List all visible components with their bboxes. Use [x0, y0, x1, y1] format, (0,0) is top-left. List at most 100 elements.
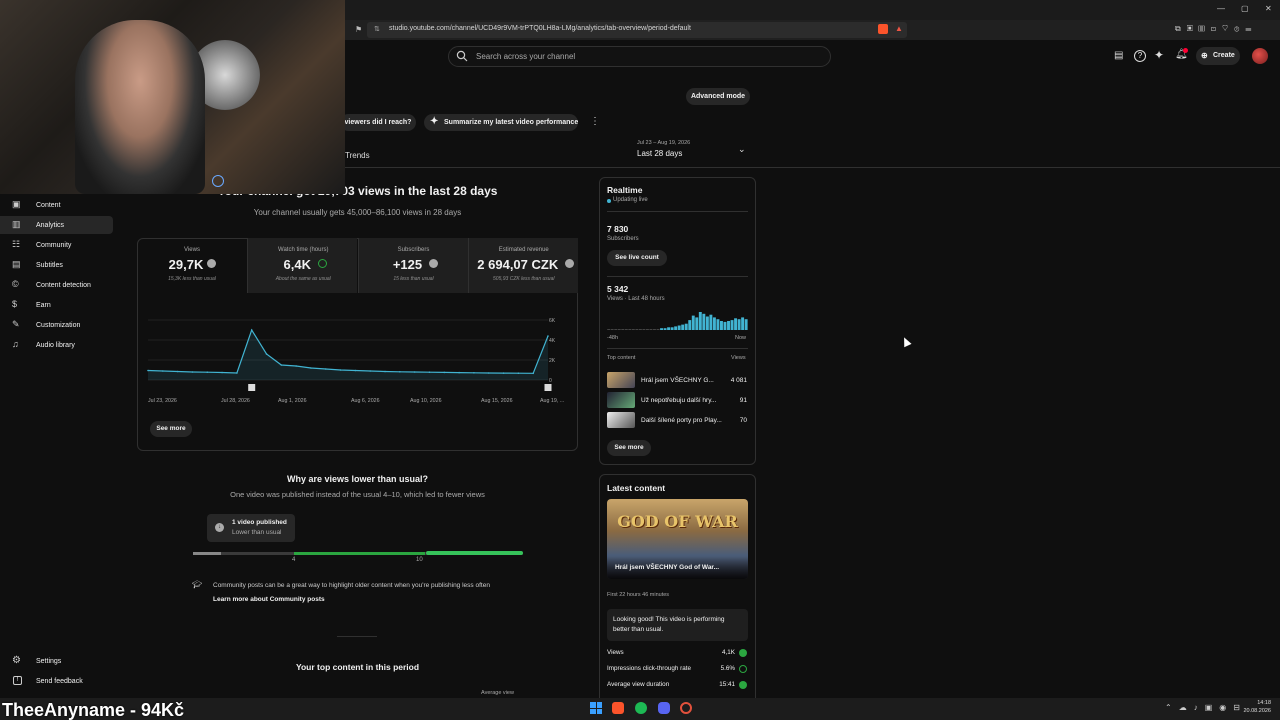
rewards-icon[interactable]: ▲ [895, 24, 903, 33]
metric-tabs: Views 29,7K 15,3K less than usual Watch tim… [137, 238, 578, 293]
data-point [295, 365, 297, 367]
chip-summarize[interactable]: ✦ Summarize my latest video performance [424, 114, 578, 131]
latest-title: Latest content [607, 483, 666, 493]
metric-tab-2[interactable]: Subscribers +125 15 less than usual [357, 238, 468, 293]
realtime-updating: Updating live [613, 197, 648, 203]
sidebar-item-analytics[interactable]: ▥ Analytics [0, 216, 113, 234]
data-point [413, 371, 416, 373]
data-point [443, 371, 446, 374]
advanced-mode-button[interactable]: Advanced mode [686, 88, 750, 105]
ai-spark-icon[interactable]: ✦ [1154, 48, 1164, 62]
realtime-bar [677, 325, 681, 330]
create-button[interactable]: ⊕ Create [1196, 47, 1240, 65]
rt-row-title: Hrál jsem VŠECHNY G... [641, 377, 714, 384]
latest-stat-row: Views 4,1K [607, 647, 748, 661]
status-check-icon [739, 681, 747, 689]
brave-taskbar-icon[interactable] [612, 702, 624, 714]
rt-see-more-button[interactable]: See more [607, 440, 651, 456]
close-icon[interactable]: ✕ [1265, 4, 1272, 13]
see-more-button[interactable]: See more [150, 421, 192, 437]
realtime-bar-chart [607, 312, 748, 330]
sidebar-item-content-detection[interactable]: © Content detection [0, 276, 113, 294]
discord-icon[interactable] [658, 702, 670, 714]
sidebar-item-subtitles[interactable]: ▤ Subtitles [0, 256, 113, 274]
browser-extension-icons[interactable]: ⧉▣▥⊡♡⊚☰ [1175, 24, 1275, 36]
latest-stats: Views 4,1K Impressions click-through rate 5… [607, 647, 748, 695]
community-icon: ☷ [12, 239, 21, 249]
sidebar-item-earn[interactable]: $ Earn [0, 296, 113, 314]
see-live-count-button[interactable]: See live count [607, 250, 667, 266]
spark-icon: ✦ [430, 116, 439, 127]
latest-stat-value: 5.6% [720, 665, 735, 672]
chevron-down-icon[interactable]: ⌄ [738, 144, 746, 155]
metric-tab-0[interactable]: Views 29,7K 15,3K less than usual [137, 238, 247, 293]
y-tick-label: 4K [549, 338, 556, 344]
live-dot [607, 199, 611, 203]
brave-shield-icon[interactable] [878, 24, 888, 34]
series-line [147, 328, 549, 374]
metric-tab-3[interactable]: Estimated revenue 2 694,07 CZK 505,93 CZK … [467, 238, 578, 293]
search-input[interactable]: Search across your channel [476, 52, 575, 61]
range-high [426, 551, 523, 555]
video-published-marker[interactable] [248, 384, 256, 391]
settings-icon: ⚙ [12, 655, 21, 666]
x-tick-label: Aug 15, 2026 [481, 398, 513, 404]
realtime-bar [656, 329, 660, 330]
app-icon[interactable] [680, 702, 692, 714]
range-usual [294, 552, 425, 555]
system-tray-icons[interactable]: ⌃☁♪▣◉⊟ [1165, 703, 1247, 712]
data-point [147, 369, 149, 372]
data-point [339, 369, 342, 371]
spotify-icon[interactable] [635, 702, 647, 714]
customization-icon: ✎ [12, 319, 20, 329]
realtime-bar [681, 324, 685, 330]
help-icon[interactable]: ? [1134, 50, 1146, 62]
sidebar-item-label: Earn [36, 302, 51, 309]
latest-stat-value: 4,1K [722, 649, 735, 656]
metric-tab-1[interactable]: Watch time (hours) 6,4K About the same as … [247, 238, 358, 293]
sidebar-item-settings[interactable]: ⚙ Settings [0, 652, 113, 670]
sidebar-item-community[interactable]: ☷ Community [0, 236, 113, 254]
rt-content-row[interactable]: Hrál jsem VŠECHNY G... 4 081 [607, 372, 748, 389]
realtime-bar [730, 320, 734, 330]
feedback-icon[interactable]: ▤ [1114, 50, 1123, 61]
realtime-bar [621, 329, 625, 330]
metric-value: 6,4K [283, 257, 311, 272]
more-options-icon[interactable]: ⋮ [590, 116, 600, 127]
rt-content-row[interactable]: Už nepotřebuju další hry... 91 [607, 392, 748, 409]
period-select[interactable]: Last 28 days [637, 149, 682, 158]
video-published-marker[interactable] [544, 384, 552, 391]
toolbar-divider [345, 167, 1280, 168]
windows-start-icon[interactable] [590, 702, 602, 714]
tip-link[interactable]: Learn more about Community posts [213, 596, 325, 603]
streamer-figure [75, 20, 205, 194]
sidebar-item-feedback[interactable]: ! Send feedback [0, 672, 113, 690]
range-label-low: 4 [292, 557, 296, 563]
rt-content-row[interactable]: Další šílené porty pro Play... 70 [607, 412, 748, 429]
range-marker [193, 552, 221, 555]
rt-top-list: Hrál jsem VŠECHNY G... 4 081 Už nepotřebuj… [607, 372, 748, 432]
rt-thumbnail [607, 372, 635, 388]
sidebar-item-content[interactable]: ▣ Content [0, 196, 113, 214]
latest-video-title: Hrál jsem VŠECHNY God of War... [615, 564, 720, 571]
tab-trends[interactable]: Trends [345, 151, 370, 160]
bookmark-icon[interactable]: ⚑ [355, 25, 362, 34]
latest-thumbnail[interactable]: GOD OF WAR Hrál jsem VŠECHNY God of War.… [607, 499, 748, 579]
realtime-bar [705, 316, 709, 330]
maximize-icon[interactable]: ▢ [1241, 4, 1249, 13]
minimize-icon[interactable]: — [1217, 4, 1225, 13]
sidebar-item-customization[interactable]: ✎ Customization [0, 316, 113, 334]
data-point [369, 370, 372, 372]
chip-viewers[interactable]: viewers did I reach? [340, 114, 416, 131]
sidebar-item-audio-library[interactable]: ♫ Audio library [0, 336, 113, 354]
site-info-icon[interactable]: ⇅ [374, 25, 380, 33]
data-point [354, 369, 357, 372]
rt-axis-right: Now [735, 335, 747, 341]
avatar[interactable] [1252, 48, 1268, 64]
realtime-views-label: Views · Last 48 hours [607, 296, 665, 302]
x-tick-label: Jul 28, 2026 [221, 398, 250, 404]
y-tick-label: 0 [549, 378, 552, 384]
realtime-bar [660, 328, 663, 330]
badge-title: 1 video published [232, 519, 287, 526]
education-icon: 🎓︎ [192, 580, 203, 589]
